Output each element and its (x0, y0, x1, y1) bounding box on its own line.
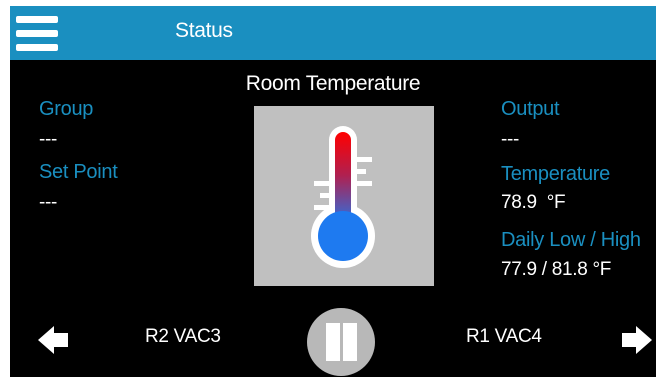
room-temperature-title: Room Temperature (245, 72, 421, 95)
output-label: Output (501, 98, 560, 120)
daily-low-high-label: Daily Low / High (501, 229, 641, 251)
arrow-right-icon[interactable] (614, 322, 654, 358)
page-title: Status (175, 19, 233, 42)
thermometer-icon (311, 126, 375, 268)
output-value: --- (501, 129, 520, 150)
group-value: --- (39, 129, 58, 150)
thermometer-panel (254, 106, 434, 286)
daily-low-high-value: 77.9 / 81.8 °F (501, 259, 612, 280)
temperature-value: 78.9 °F (501, 192, 566, 213)
header-bar: Status (10, 6, 656, 60)
status-screen: Status Group --- Set Point --- Room Temp… (10, 6, 656, 377)
next-route-label[interactable]: R1 VAC4 (466, 326, 542, 348)
pause-button[interactable] (307, 308, 375, 376)
arrow-left-icon[interactable] (36, 322, 76, 358)
set-point-label: Set Point (39, 161, 118, 183)
group-label: Group (39, 98, 94, 120)
pause-icon (326, 323, 340, 361)
previous-route-label[interactable]: R2 VAC3 (145, 326, 221, 348)
hamburger-menu-icon[interactable] (14, 11, 60, 55)
temperature-label: Temperature (501, 163, 610, 185)
set-point-value: --- (39, 192, 58, 213)
